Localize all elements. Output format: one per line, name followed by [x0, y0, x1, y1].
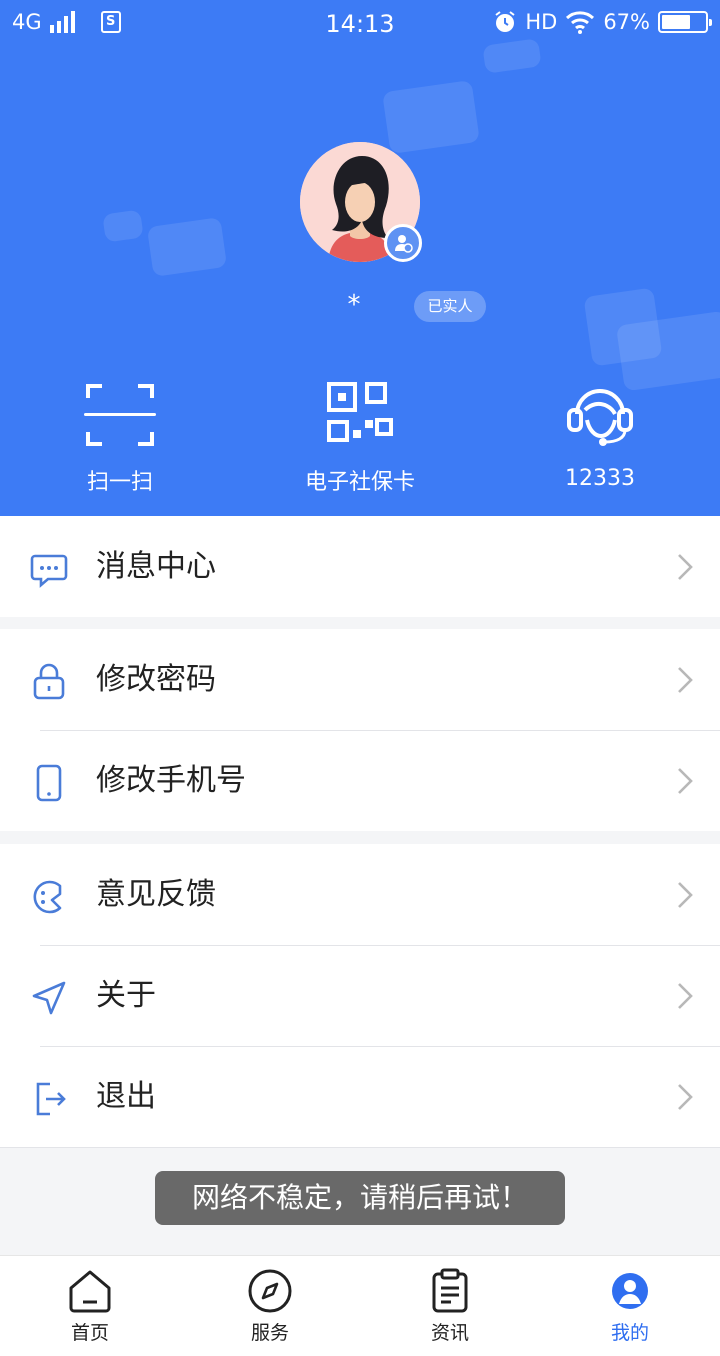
chevron-right-icon — [678, 983, 693, 1009]
chevron-right-icon — [678, 667, 693, 693]
menu-item-change-phone[interactable]: 修改手机号 — [0, 730, 720, 831]
social-security-card-button[interactable]: 电子社保卡 — [240, 380, 480, 500]
verified-user-icon — [384, 224, 422, 262]
clipboard-icon — [432, 1268, 468, 1313]
headset-icon — [567, 389, 633, 446]
message-icon — [30, 554, 68, 588]
tab-mine-label: 我的 — [610, 1322, 649, 1344]
scan-icon — [84, 384, 156, 446]
tab-news-label: 资讯 — [430, 1322, 469, 1344]
chevron-right-icon — [678, 1084, 693, 1110]
menu-group-general: 意见反馈 关于 退出 — [0, 844, 720, 1148]
alarm-icon — [495, 11, 515, 32]
menu-label-change-password: 修改密码 — [96, 662, 216, 697]
social-security-card-label: 电子社保卡 — [304, 470, 415, 495]
tab-mine[interactable]: 我的 — [540, 1256, 720, 1356]
menu-label-feedback: 意见反馈 — [96, 877, 216, 912]
profile-header: 4G S 14:13 HD 67% * 已实人 扫一扫 电子社保卡 12333 — [0, 0, 720, 516]
feedback-icon — [33, 880, 62, 914]
menu-item-change-password[interactable]: 修改密码 — [0, 629, 720, 730]
tab-services-label: 服务 — [250, 1322, 289, 1344]
avatar[interactable] — [300, 142, 422, 262]
battery-percent: 67% — [603, 10, 650, 34]
menu-item-logout[interactable]: 退出 — [0, 1046, 720, 1147]
menu-group-messages: 消息中心 — [0, 516, 720, 617]
tab-home[interactable]: 首页 — [0, 1256, 180, 1356]
verified-badge: 已实人 — [414, 291, 486, 322]
tab-services[interactable]: 服务 — [180, 1256, 360, 1356]
compass-icon — [248, 1269, 292, 1313]
phone-icon — [36, 764, 62, 802]
menu-item-feedback[interactable]: 意见反馈 — [0, 844, 720, 945]
user-name: * — [347, 290, 367, 320]
scan-label: 扫一扫 — [86, 470, 153, 495]
navigation-arrow-icon — [32, 981, 66, 1015]
menu-label-logout: 退出 — [96, 1079, 156, 1114]
tab-news[interactable]: 资讯 — [360, 1256, 540, 1356]
hotline-button[interactable]: 12333 — [480, 380, 720, 500]
chevron-right-icon — [678, 554, 693, 580]
menu-group-account: 修改密码 修改手机号 — [0, 629, 720, 831]
decor-shape — [102, 209, 144, 243]
status-bar: 4G S 14:13 HD 67% — [0, 0, 720, 50]
menu-item-about[interactable]: 关于 — [0, 945, 720, 1046]
menu-label-about: 关于 — [96, 978, 156, 1013]
hotline-label: 12333 — [565, 466, 635, 491]
network-error-toast: 网络不稳定，请稍后再试！ — [155, 1171, 565, 1225]
menu-label-messages: 消息中心 — [96, 549, 216, 584]
hd-indicator: HD — [525, 10, 558, 34]
tab-home-label: 首页 — [70, 1322, 109, 1344]
chevron-right-icon — [678, 768, 693, 794]
decor-shape — [146, 217, 228, 277]
battery-fill — [662, 15, 690, 29]
logout-icon — [36, 1082, 66, 1116]
menu-item-messages[interactable]: 消息中心 — [0, 516, 720, 617]
wifi-icon — [566, 11, 595, 34]
menu-label-change-phone: 修改手机号 — [96, 763, 246, 798]
battery-icon — [658, 11, 712, 33]
lock-icon — [33, 663, 65, 700]
qr-code-icon — [327, 382, 393, 442]
home-icon — [69, 1270, 111, 1313]
user-icon — [612, 1273, 648, 1309]
scan-button[interactable]: 扫一扫 — [0, 380, 240, 500]
bottom-tab-bar: 首页 服务 资讯 我的 — [0, 1255, 720, 1356]
chevron-right-icon — [678, 882, 693, 908]
